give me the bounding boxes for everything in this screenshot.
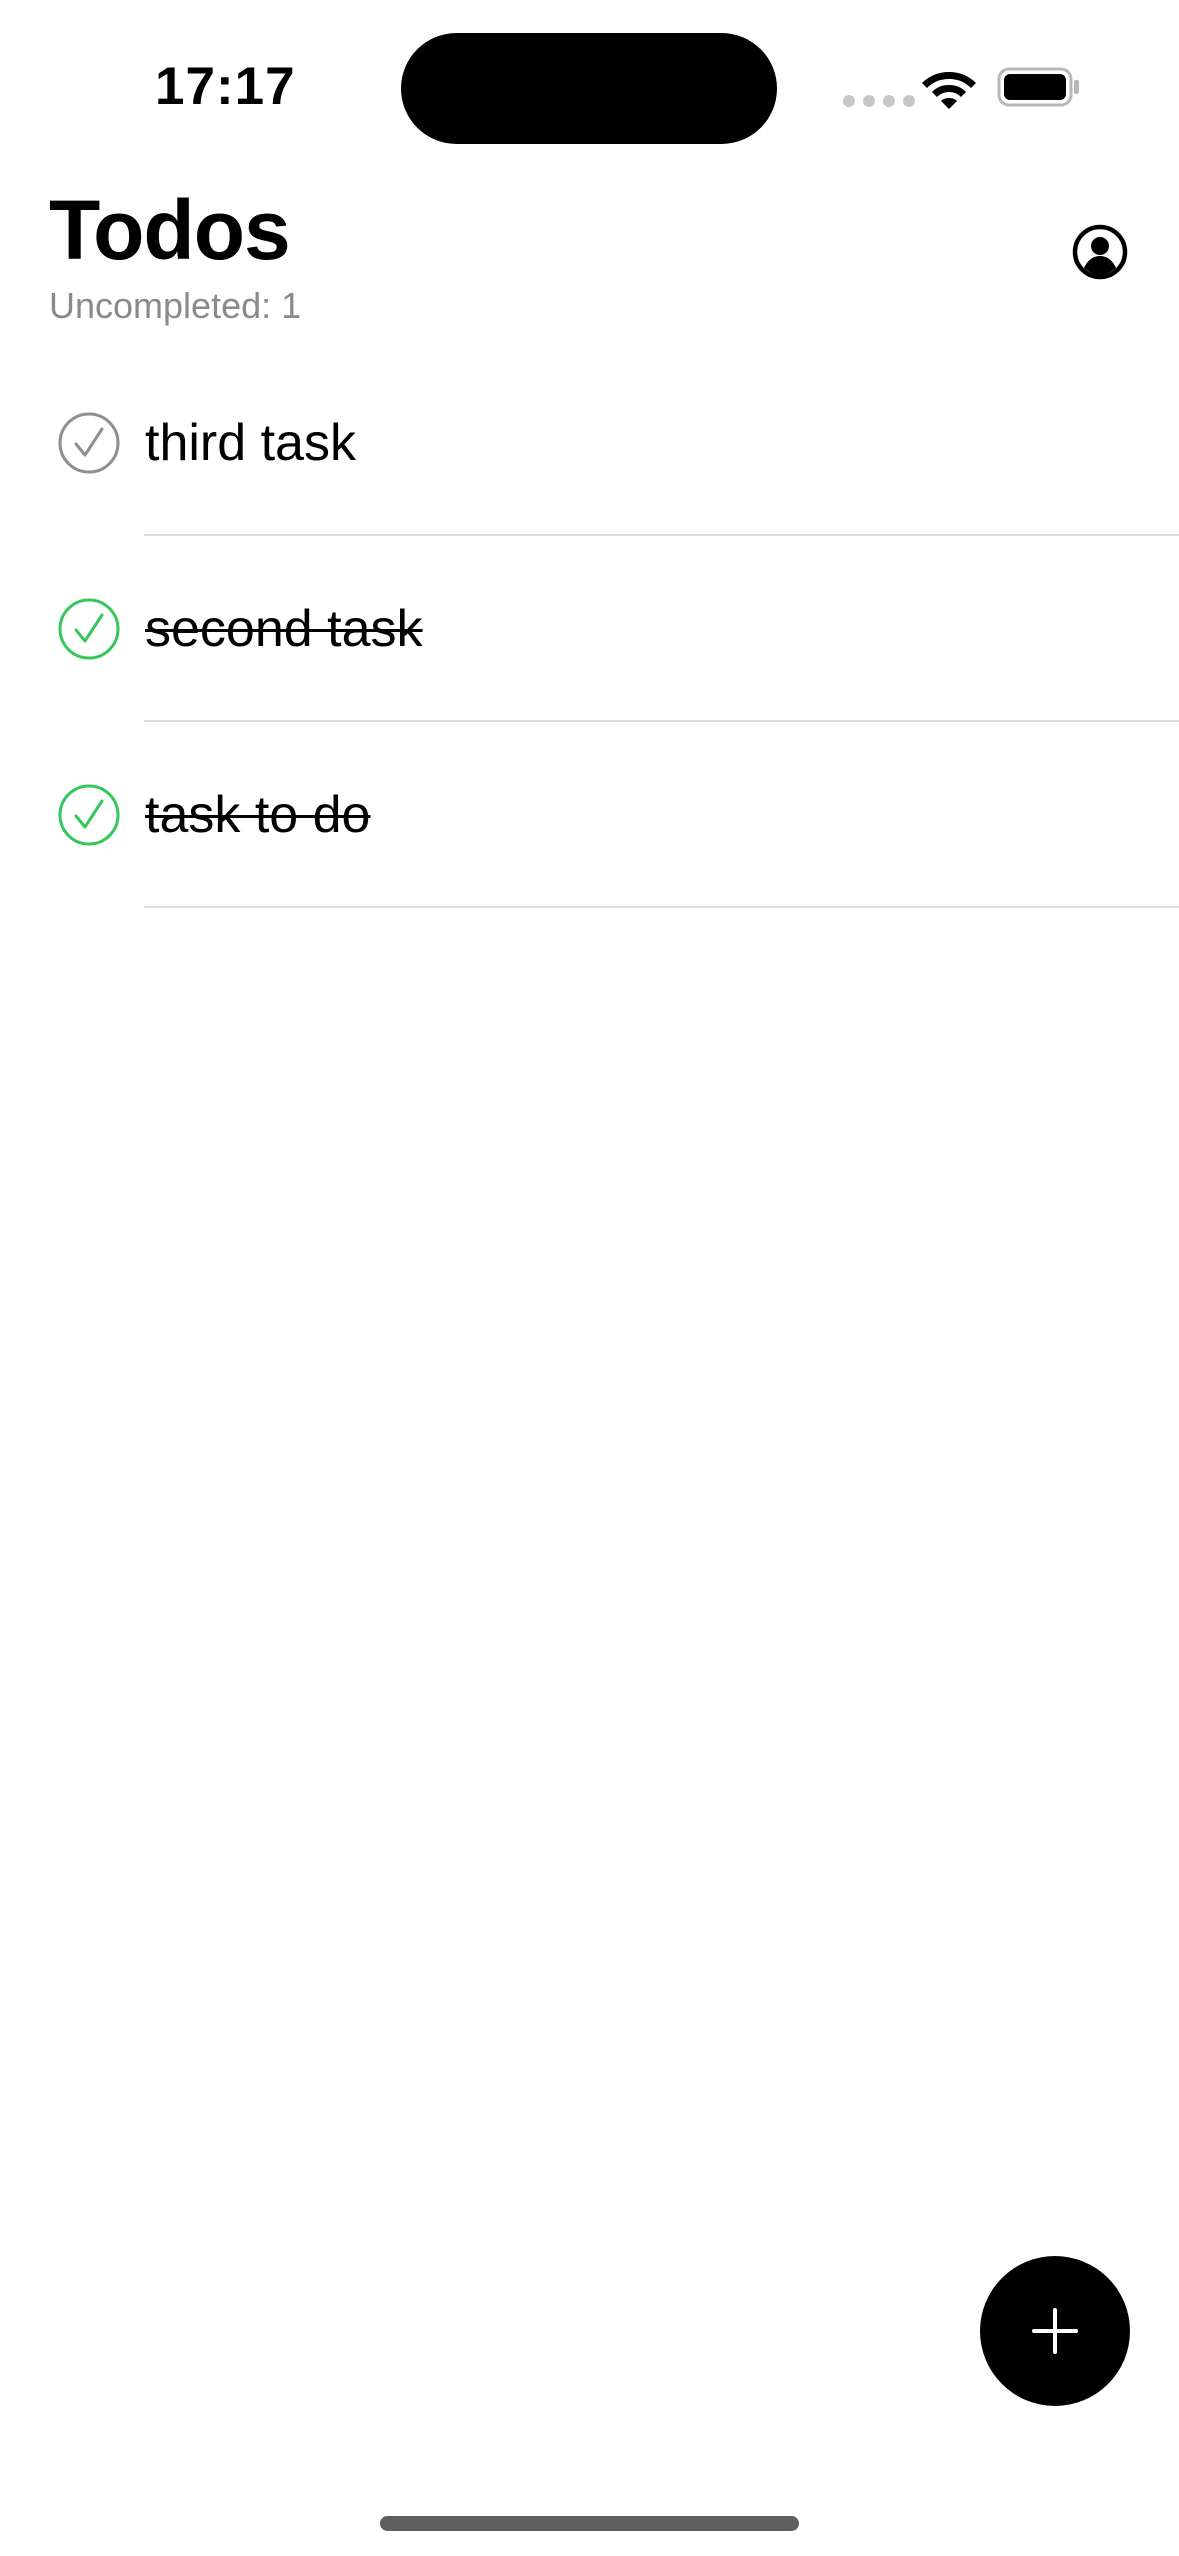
dynamic-island bbox=[401, 33, 777, 144]
cellular-signal-icon bbox=[843, 95, 915, 107]
todo-text: third task bbox=[145, 414, 356, 472]
status-bar: 17:17 bbox=[0, 0, 1179, 180]
row-divider bbox=[144, 906, 1179, 908]
todo-text: second task bbox=[145, 600, 423, 658]
wifi-icon bbox=[922, 72, 976, 109]
todo-row[interactable]: task to do bbox=[0, 722, 1179, 908]
home-indicator[interactable] bbox=[380, 2516, 799, 2531]
uncompleted-check-icon[interactable] bbox=[57, 411, 121, 475]
plus-icon bbox=[1032, 2308, 1078, 2354]
person-circle-icon bbox=[1072, 224, 1128, 280]
todo-row[interactable]: third task bbox=[0, 350, 1179, 536]
completed-check-icon[interactable] bbox=[57, 597, 121, 661]
uncompleted-count: Uncompleted: 1 bbox=[49, 285, 302, 326]
add-todo-button[interactable] bbox=[980, 2256, 1130, 2406]
todo-row[interactable]: second task bbox=[0, 536, 1179, 722]
battery-icon bbox=[997, 67, 1079, 107]
status-time: 17:17 bbox=[155, 57, 296, 116]
completed-check-icon[interactable] bbox=[57, 783, 121, 847]
todo-text: task to do bbox=[145, 786, 371, 844]
profile-button[interactable] bbox=[1072, 224, 1128, 280]
todo-list: third task second task task to do bbox=[0, 350, 1179, 908]
page-title: Todos bbox=[49, 183, 291, 277]
